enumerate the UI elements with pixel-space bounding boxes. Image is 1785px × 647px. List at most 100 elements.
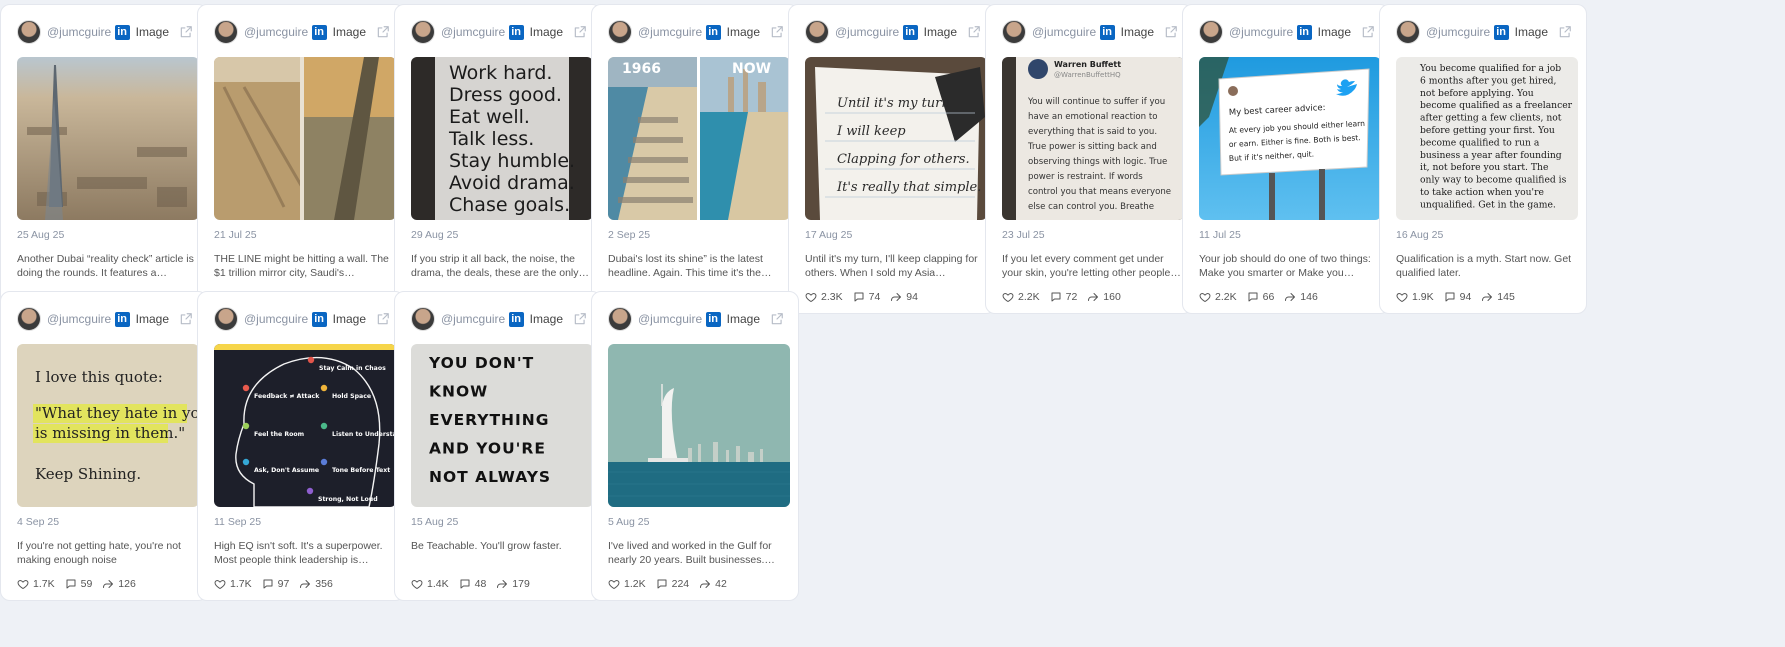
- author-handle[interactable]: @jumcguire: [638, 25, 702, 39]
- external-link-icon[interactable]: [179, 312, 193, 326]
- author-handle[interactable]: @jumcguire: [244, 25, 308, 39]
- post-image[interactable]: [608, 344, 790, 507]
- avatar[interactable]: [214, 20, 238, 44]
- post-card[interactable]: @jumcguire in Image YOU DON'T KNOW EVERYTH…: [394, 291, 602, 601]
- post-image[interactable]: 1966 NOW: [608, 57, 790, 220]
- avatar[interactable]: [411, 20, 435, 44]
- share-icon: [699, 578, 715, 590]
- svg-text:else can control you. Breathe: else can control you. Breathe: [1028, 202, 1154, 212]
- likes-stat: 1.9K: [1396, 291, 1434, 303]
- post-image[interactable]: You become qualified for a job 6 months a…: [1396, 57, 1578, 220]
- avatar[interactable]: [1199, 20, 1223, 44]
- avatar[interactable]: [608, 20, 632, 44]
- post-date: 21 Jul 25: [214, 229, 257, 241]
- post-card[interactable]: @jumcguire in Image 21 Jul 25 THE LINE m…: [197, 4, 405, 314]
- author-handle[interactable]: @jumcguire: [441, 312, 505, 326]
- likes-count: 1.2K: [624, 578, 646, 590]
- post-excerpt: If you strip it all back, the noise, the…: [411, 253, 590, 279]
- avatar[interactable]: [805, 20, 829, 44]
- svg-text:Stay humble.: Stay humble.: [449, 150, 575, 172]
- svg-text:Warren Buffett: Warren Buffett: [1054, 60, 1121, 69]
- external-link-icon[interactable]: [376, 25, 390, 39]
- post-image[interactable]: [17, 57, 199, 220]
- post-type-label: Image: [1514, 25, 1548, 39]
- post-image[interactable]: I love this quote: "What they hate in you…: [17, 344, 199, 507]
- svg-text:@WarrenBuffettHQ: @WarrenBuffettHQ: [1054, 71, 1121, 79]
- external-link-icon[interactable]: [967, 25, 981, 39]
- post-image[interactable]: Warren Buffett @WarrenBuffettHQ You will c…: [1002, 57, 1184, 220]
- post-image[interactable]: [214, 57, 396, 220]
- post-stats: 1.4K 48 179: [411, 578, 540, 590]
- likes-count: 1.7K: [230, 578, 252, 590]
- author-handle[interactable]: @jumcguire: [1229, 25, 1293, 39]
- linkedin-icon: in: [311, 24, 327, 40]
- external-link-icon[interactable]: [1361, 25, 1375, 39]
- post-card[interactable]: @jumcguire in Image You become qualified…: [1379, 4, 1587, 314]
- author-handle[interactable]: @jumcguire: [835, 25, 899, 39]
- external-link-icon[interactable]: [573, 25, 587, 39]
- external-link-icon[interactable]: [770, 312, 784, 326]
- external-link-icon[interactable]: [179, 25, 193, 39]
- post-image[interactable]: Stay Calm in Chaos Feedback ≠ Attack Hold …: [214, 344, 396, 507]
- shares-stat: 179: [496, 578, 530, 590]
- comment-icon: [262, 578, 278, 590]
- author-handle[interactable]: @jumcguire: [244, 312, 308, 326]
- avatar[interactable]: [17, 20, 41, 44]
- comment-icon: [1050, 291, 1066, 303]
- post-card[interactable]: @jumcguire in Image 1966 NOW 2 Sep 25 Dub…: [591, 4, 799, 314]
- post-card[interactable]: @jumcguire in Image Warren Buffett @Warre…: [985, 4, 1193, 314]
- post-stats: 1.7K 59 126: [17, 578, 146, 590]
- post-card[interactable]: @jumcguire in Image Until it's my turn I …: [788, 4, 996, 314]
- svg-text:AND YOU'RE: AND YOU'RE: [429, 440, 546, 458]
- author-handle[interactable]: @jumcguire: [47, 25, 111, 39]
- post-card[interactable]: @jumcguire in Image Work hard. Dress good…: [394, 4, 602, 314]
- post-image[interactable]: YOU DON'T KNOW EVERYTHING AND YOU'RE NOT ALW…: [411, 344, 593, 507]
- post-card[interactable]: @jumcguire in Image 25 Aug 25 Another Du…: [0, 4, 208, 314]
- post-excerpt: If you're not getting hate, you're not m…: [17, 540, 181, 566]
- author-handle[interactable]: @jumcguire: [441, 25, 505, 39]
- external-link-icon[interactable]: [1164, 25, 1178, 39]
- post-stats: 1.7K 97 356: [214, 578, 343, 590]
- heart-icon: [411, 578, 427, 590]
- post-image[interactable]: My best career advice: At every job you s…: [1199, 57, 1381, 220]
- svg-text:6 months after you get hired,: 6 months after you get hired,: [1420, 75, 1557, 86]
- shares-count: 179: [512, 578, 530, 590]
- post-card[interactable]: @jumcguire in Image My best career advic…: [1182, 4, 1390, 314]
- card-header: @jumcguire in Image: [608, 19, 784, 45]
- post-type-label: Image: [923, 25, 957, 39]
- avatar[interactable]: [1396, 20, 1420, 44]
- post-card[interactable]: @jumcguire in Image 5 Aug 25 I've lived …: [591, 291, 799, 601]
- avatar[interactable]: [17, 307, 41, 331]
- post-card[interactable]: @jumcguire in Image I love this quote: "W…: [0, 291, 208, 601]
- svg-text:I will keep: I will keep: [836, 124, 906, 139]
- post-date: 23 Jul 25: [1002, 229, 1045, 241]
- external-link-icon[interactable]: [573, 312, 587, 326]
- avatar[interactable]: [1002, 20, 1026, 44]
- external-link-icon[interactable]: [1558, 25, 1572, 39]
- author-handle[interactable]: @jumcguire: [1032, 25, 1096, 39]
- share-icon: [496, 578, 512, 590]
- avatar[interactable]: [214, 307, 238, 331]
- post-type-label: Image: [1317, 25, 1351, 39]
- external-link-icon[interactable]: [770, 25, 784, 39]
- heart-icon: [608, 578, 624, 590]
- author-handle[interactable]: @jumcguire: [638, 312, 702, 326]
- author-handle[interactable]: @jumcguire: [47, 312, 111, 326]
- post-excerpt: Until it's my turn, I'll keep clapping f…: [805, 253, 978, 279]
- svg-text:You will continue to suffer if: You will continue to suffer if you: [1027, 97, 1165, 107]
- avatar[interactable]: [608, 307, 632, 331]
- post-card[interactable]: @jumcguire in Image Stay Calm in Chaos Fe…: [197, 291, 405, 601]
- author-handle[interactable]: @jumcguire: [1426, 25, 1490, 39]
- post-image[interactable]: Until it's my turn I will keep Clapping fo…: [805, 57, 987, 220]
- svg-text:Talk less.: Talk less.: [448, 128, 534, 150]
- likes-stat: 2.2K: [1002, 291, 1040, 303]
- post-image[interactable]: Work hard. Dress good. Eat well. Talk less.…: [411, 57, 593, 220]
- post-excerpt: Your job should do one of two things: Ma…: [1199, 253, 1371, 279]
- svg-text:True power is sitting back and: True power is sitting back and: [1027, 142, 1157, 152]
- avatar[interactable]: [411, 307, 435, 331]
- post-type-label: Image: [332, 25, 366, 39]
- external-link-icon[interactable]: [376, 312, 390, 326]
- shares-stat: 160: [1087, 291, 1121, 303]
- likes-count: 1.7K: [33, 578, 55, 590]
- svg-text:Tone Before Text: Tone Before Text: [332, 467, 390, 474]
